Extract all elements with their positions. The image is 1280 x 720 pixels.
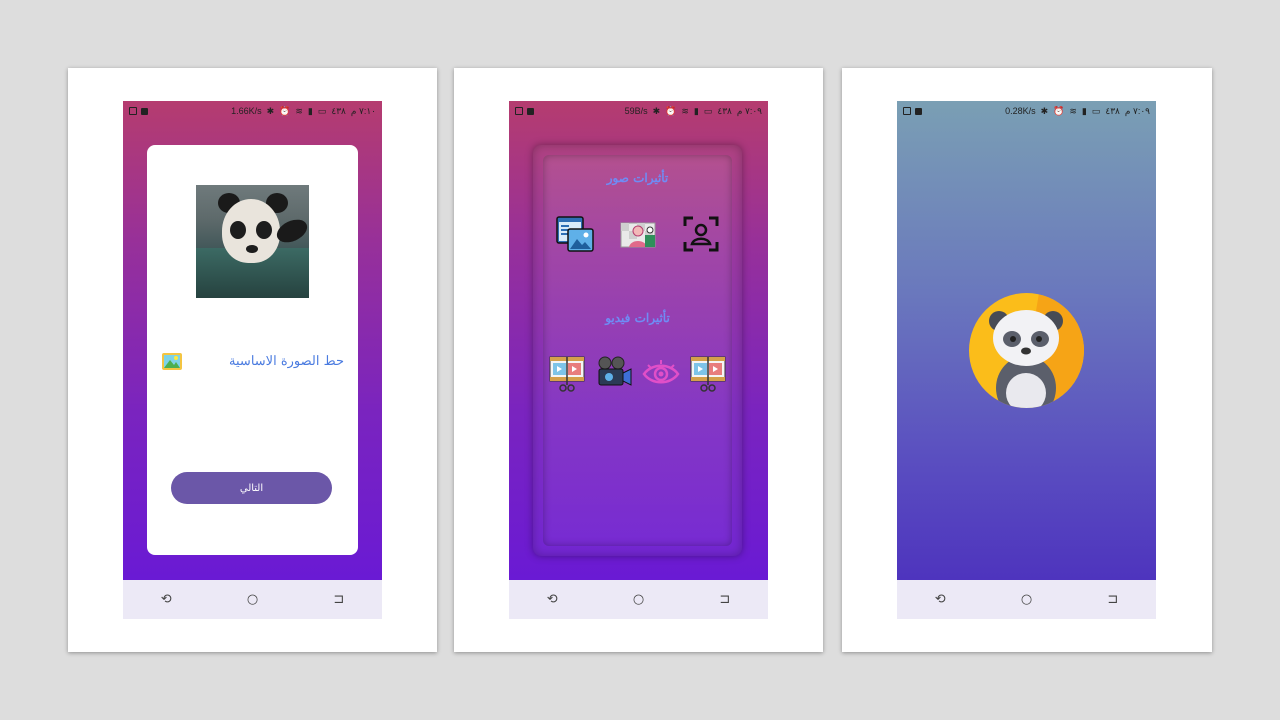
video-effect-item[interactable] [638,355,685,395]
status-time: ٧:٠٩ م [1124,105,1150,116]
lock-icon [915,107,922,115]
image-notification-icon [129,107,137,115]
bluetooth-icon: ✱ [1040,105,1049,116]
status-time: ٧:١٠ م [350,105,376,116]
alarm-icon: ⏰ [1053,105,1065,116]
wifi-icon: ≋ [681,105,689,116]
bluetooth-icon: ✱ [652,105,661,116]
home-button[interactable]: ○ [242,592,262,607]
phone-screen-effects: 59B/s ✱ ⏰ ≋ ▮ ▭ ٤٣٨ ٧:٠٩ م تأثيرات صور ت… [509,101,768,619]
lock-icon [527,107,534,115]
video-effects-title: تأثيرات فيديو [605,311,670,325]
alarm-icon: ⏰ [665,105,677,116]
film-cut-icon [689,355,727,393]
screenshot-card-effects: 59B/s ✱ ⏰ ≋ ▮ ▭ ٤٣٨ ٧:٠٩ م تأثيرات صور ت… [454,68,823,652]
status-date: ٤٣٨ [331,105,346,116]
bluetooth-icon: ✱ [266,105,275,116]
selected-panda-photo[interactable] [196,185,309,298]
back-button[interactable]: ⊐ [1103,592,1123,607]
image-notification-icon [515,107,523,115]
image-notification-icon [903,107,911,115]
eye-icon [642,355,680,393]
signal-icon: ▮ [1081,105,1087,116]
status-time: ٧:٠٩ م [736,105,762,116]
lock-icon [141,107,148,115]
screen-background: 1.66K/s ✱ ⏰ ≋ ▮ ▭ ٤٣٨ ٧:١٠ م حط الصورة ا… [123,101,382,580]
phone-screen-pick: 1.66K/s ✱ ⏰ ≋ ▮ ▭ ٤٣٨ ٧:١٠ م حط الصورة ا… [123,101,382,619]
android-nav-bar: ⟲ ○ ⊐ [897,580,1156,619]
status-bar: 59B/s ✱ ⏰ ≋ ▮ ▭ ٤٣٨ ٧:٠٩ م [509,101,768,121]
photo-effect-item[interactable] [614,215,662,255]
video-effects-row [543,355,732,395]
phone-screen-splash: 0.28K/s ✱ ⏰ ≋ ▮ ▭ ٤٣٨ ٧:٠٩ م ⟲ ○ ⊐ [897,101,1156,619]
status-bar: 0.28K/s ✱ ⏰ ≋ ▮ ▭ ٤٣٨ ٧:٠٩ م [897,101,1156,121]
photo-effects-title: تأثيرات صور [606,171,669,185]
network-speed: 59B/s [624,106,648,116]
android-nav-bar: ⟲ ○ ⊐ [123,580,382,619]
battery-icon: ▭ [317,105,327,116]
screenshot-card-pick: 1.66K/s ✱ ⏰ ≋ ▮ ▭ ٤٣٨ ٧:١٠ م حط الصورة ا… [68,68,437,652]
face-scan-icon [682,215,720,253]
screenshot-card-splash: 0.28K/s ✱ ⏰ ≋ ▮ ▭ ٤٣٨ ٧:٠٩ م ⟲ ○ ⊐ [842,68,1212,652]
alarm-icon: ⏰ [279,105,291,116]
pick-image-label: حط الصورة الاساسية [229,353,344,369]
recents-button[interactable]: ⟲ [156,592,176,607]
home-button[interactable]: ○ [1016,592,1036,607]
status-date: ٤٣٨ [717,105,732,116]
film-cut-icon [548,355,586,393]
photo-effect-item[interactable] [677,215,725,255]
gallery-icon[interactable] [161,350,183,372]
screen-background: 0.28K/s ✱ ⏰ ≋ ▮ ▭ ٤٣٨ ٧:٠٩ م [897,101,1156,580]
screen-background: 59B/s ✱ ⏰ ≋ ▮ ▭ ٤٣٨ ٧:٠٩ م تأثيرات صور ت… [509,101,768,580]
pick-image-panel: حط الصورة الاساسية التالي [147,145,358,555]
status-bar: 1.66K/s ✱ ⏰ ≋ ▮ ▭ ٤٣٨ ٧:١٠ م [123,101,382,121]
wifi-icon: ≋ [1069,105,1077,116]
battery-icon: ▭ [703,105,713,116]
pick-image-row[interactable]: حط الصورة الاساسية [161,350,344,372]
effects-frame: تأثيرات صور تأثيرات فيديو [533,145,742,556]
back-button[interactable]: ⊐ [329,592,349,607]
panda-logo-icon [969,293,1084,408]
network-speed: 0.28K/s [1005,106,1036,116]
photo-panda-eye [256,221,272,239]
photo-panda-nose [246,245,258,253]
photo-panda-eye [230,221,246,239]
android-nav-bar: ⟲ ○ ⊐ [509,580,768,619]
video-effect-item[interactable] [543,355,590,395]
network-speed: 1.66K/s [231,106,262,116]
video-effect-item[interactable] [685,355,732,395]
battery-icon: ▭ [1091,105,1101,116]
effects-panel: تأثيرات صور تأثيرات فيديو [543,155,732,546]
photo-effects-row [543,215,732,255]
next-button[interactable]: التالي [171,472,332,504]
gallery-window-icon [555,215,594,253]
recents-button[interactable]: ⟲ [542,592,562,607]
signal-icon: ▮ [693,105,699,116]
video-camera-icon [595,355,633,393]
status-date: ٤٣٨ [1105,105,1120,116]
photo-effect-item[interactable] [551,215,599,255]
signal-icon: ▮ [307,105,313,116]
back-button[interactable]: ⊐ [715,592,735,607]
recents-button[interactable]: ⟲ [930,592,950,607]
home-button[interactable]: ○ [628,592,648,607]
video-effect-item[interactable] [590,355,637,395]
wifi-icon: ≋ [295,105,303,116]
image-edit-icon [619,215,657,253]
